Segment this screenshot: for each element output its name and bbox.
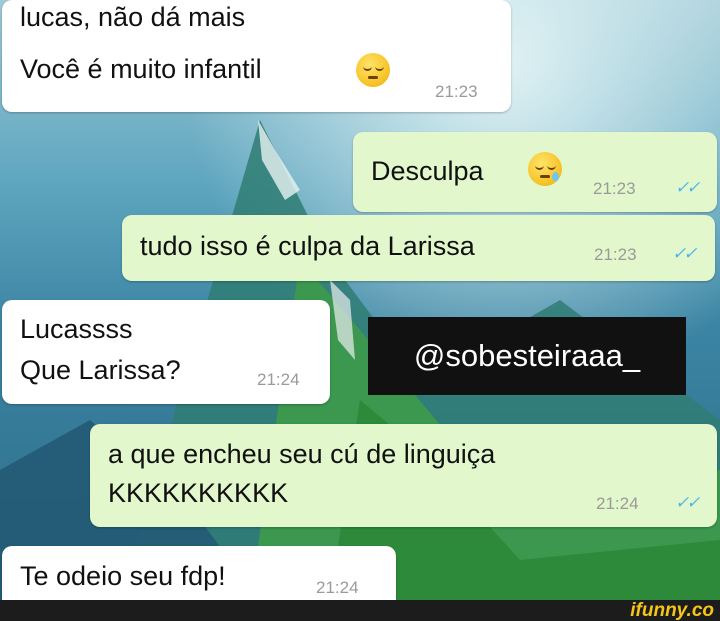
outgoing-message[interactable]: tudo isso é culpa da Larissa 21:23 ✓✓: [122, 215, 715, 281]
message-text: Desculpa: [371, 156, 484, 186]
message-time: 21:23: [593, 179, 636, 198]
message-line: Você é muito infantil: [20, 54, 262, 84]
message-time: 21:24: [316, 578, 359, 597]
message-line: Que Larissa?: [20, 355, 181, 385]
read-receipt-icon: ✓✓: [672, 244, 697, 263]
message-line: lucas, não dá mais: [20, 2, 246, 32]
message-line: Lucassss: [20, 314, 133, 344]
incoming-message[interactable]: Lucassss Que Larissa? 21:24: [2, 300, 330, 404]
message-text: Te odeio seu fdp!: [20, 561, 226, 591]
message-line: a que encheu seu cú de linguiça: [108, 439, 496, 469]
message-text: tudo isso é culpa da Larissa: [140, 231, 475, 261]
message-time: 21:24: [596, 494, 639, 513]
pensive-face-icon: [356, 53, 390, 87]
watermark-banner: @sobesteiraaa_: [368, 317, 686, 395]
message-line: KKKKKKKKKK: [108, 478, 289, 508]
message-time: 21:24: [257, 370, 300, 389]
message-time: 21:23: [435, 82, 478, 101]
outgoing-message[interactable]: Desculpa 21:23 ✓✓: [353, 132, 717, 212]
ifunny-logo: ifunny.co: [630, 600, 714, 621]
message-time: 21:23: [594, 245, 637, 264]
footer-bar: ifunny.co: [0, 600, 720, 621]
outgoing-message[interactable]: a que encheu seu cú de linguiça KKKKKKKK…: [90, 424, 717, 527]
sleepy-face-icon: [528, 152, 562, 186]
read-receipt-icon: ✓✓: [675, 493, 700, 512]
incoming-message[interactable]: Te odeio seu fdp! 21:24: [2, 546, 396, 600]
incoming-message[interactable]: lucas, não dá mais Você é muito infantil…: [2, 0, 511, 112]
read-receipt-icon: ✓✓: [675, 178, 700, 197]
